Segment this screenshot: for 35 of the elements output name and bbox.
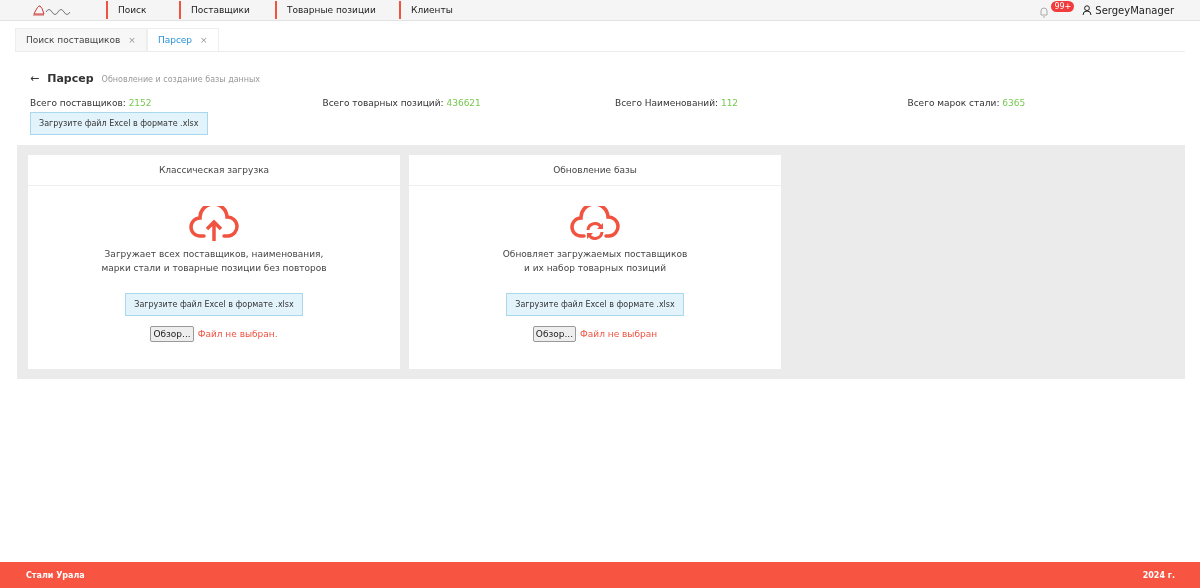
file-status: Файл не выбран. <box>197 329 278 339</box>
card-description: Загружает всех поставщиков, наименования, марки стали и товарные позиции без повторов <box>101 248 327 275</box>
cloud-upload-icon <box>189 206 239 242</box>
page-title: Парсер <box>47 72 94 85</box>
stat-value: 112 <box>720 98 739 108</box>
browse-button[interactable]: Обзор... <box>150 326 194 342</box>
tab[interactable]: Поиск поставщиков × <box>15 28 147 51</box>
stat-value: 2152 <box>128 98 152 108</box>
nav-link[interactable]: Клиенты <box>399 1 489 19</box>
browse-button[interactable]: Обзор... <box>532 326 577 342</box>
user-icon <box>1082 5 1093 15</box>
file-status: Файл не выбран <box>580 329 658 339</box>
stat-label: Всего Наименований: <box>615 98 720 108</box>
upload-button[interactable]: Загрузите файл Excel в формате .xlsx <box>506 293 684 316</box>
stat-label: Всего марок стали: <box>907 98 1001 108</box>
nav-link[interactable]: Товарные позиции <box>275 1 399 19</box>
stat-label: Всего поставщиков: <box>30 98 127 108</box>
page-subtitle: Обновление и создание базы данных <box>101 75 261 84</box>
nav-link[interactable]: Поставщики <box>179 1 275 19</box>
stat-value: 6365 <box>1002 98 1026 108</box>
upload-button[interactable]: Загрузите файл Excel в формате .xlsx <box>30 112 208 135</box>
notification-badge: 99+ <box>1051 1 1075 12</box>
cloud-sync-icon <box>570 206 620 242</box>
user-menu[interactable]: SergeyManager <box>1082 4 1174 16</box>
upload-button[interactable]: Загрузите файл Excel в формате .xlsx <box>125 293 303 316</box>
stat-label: Всего товарных позиций: <box>322 98 445 108</box>
footer-brand: Стали Урала <box>26 570 85 580</box>
nav-link[interactable]: Поиск <box>106 1 179 19</box>
back-button[interactable]: ← <box>30 72 40 85</box>
tab[interactable]: Парсер × <box>146 28 219 51</box>
card-title: Классическая загрузка <box>28 155 400 186</box>
card-title: Обновление базы <box>409 155 781 186</box>
stat-value: 436621 <box>446 98 481 108</box>
card-description: Обновляет загружаемых поставщиков и их набор товарных позиций <box>502 248 688 275</box>
footer-year: 2024 г. <box>1142 570 1175 580</box>
